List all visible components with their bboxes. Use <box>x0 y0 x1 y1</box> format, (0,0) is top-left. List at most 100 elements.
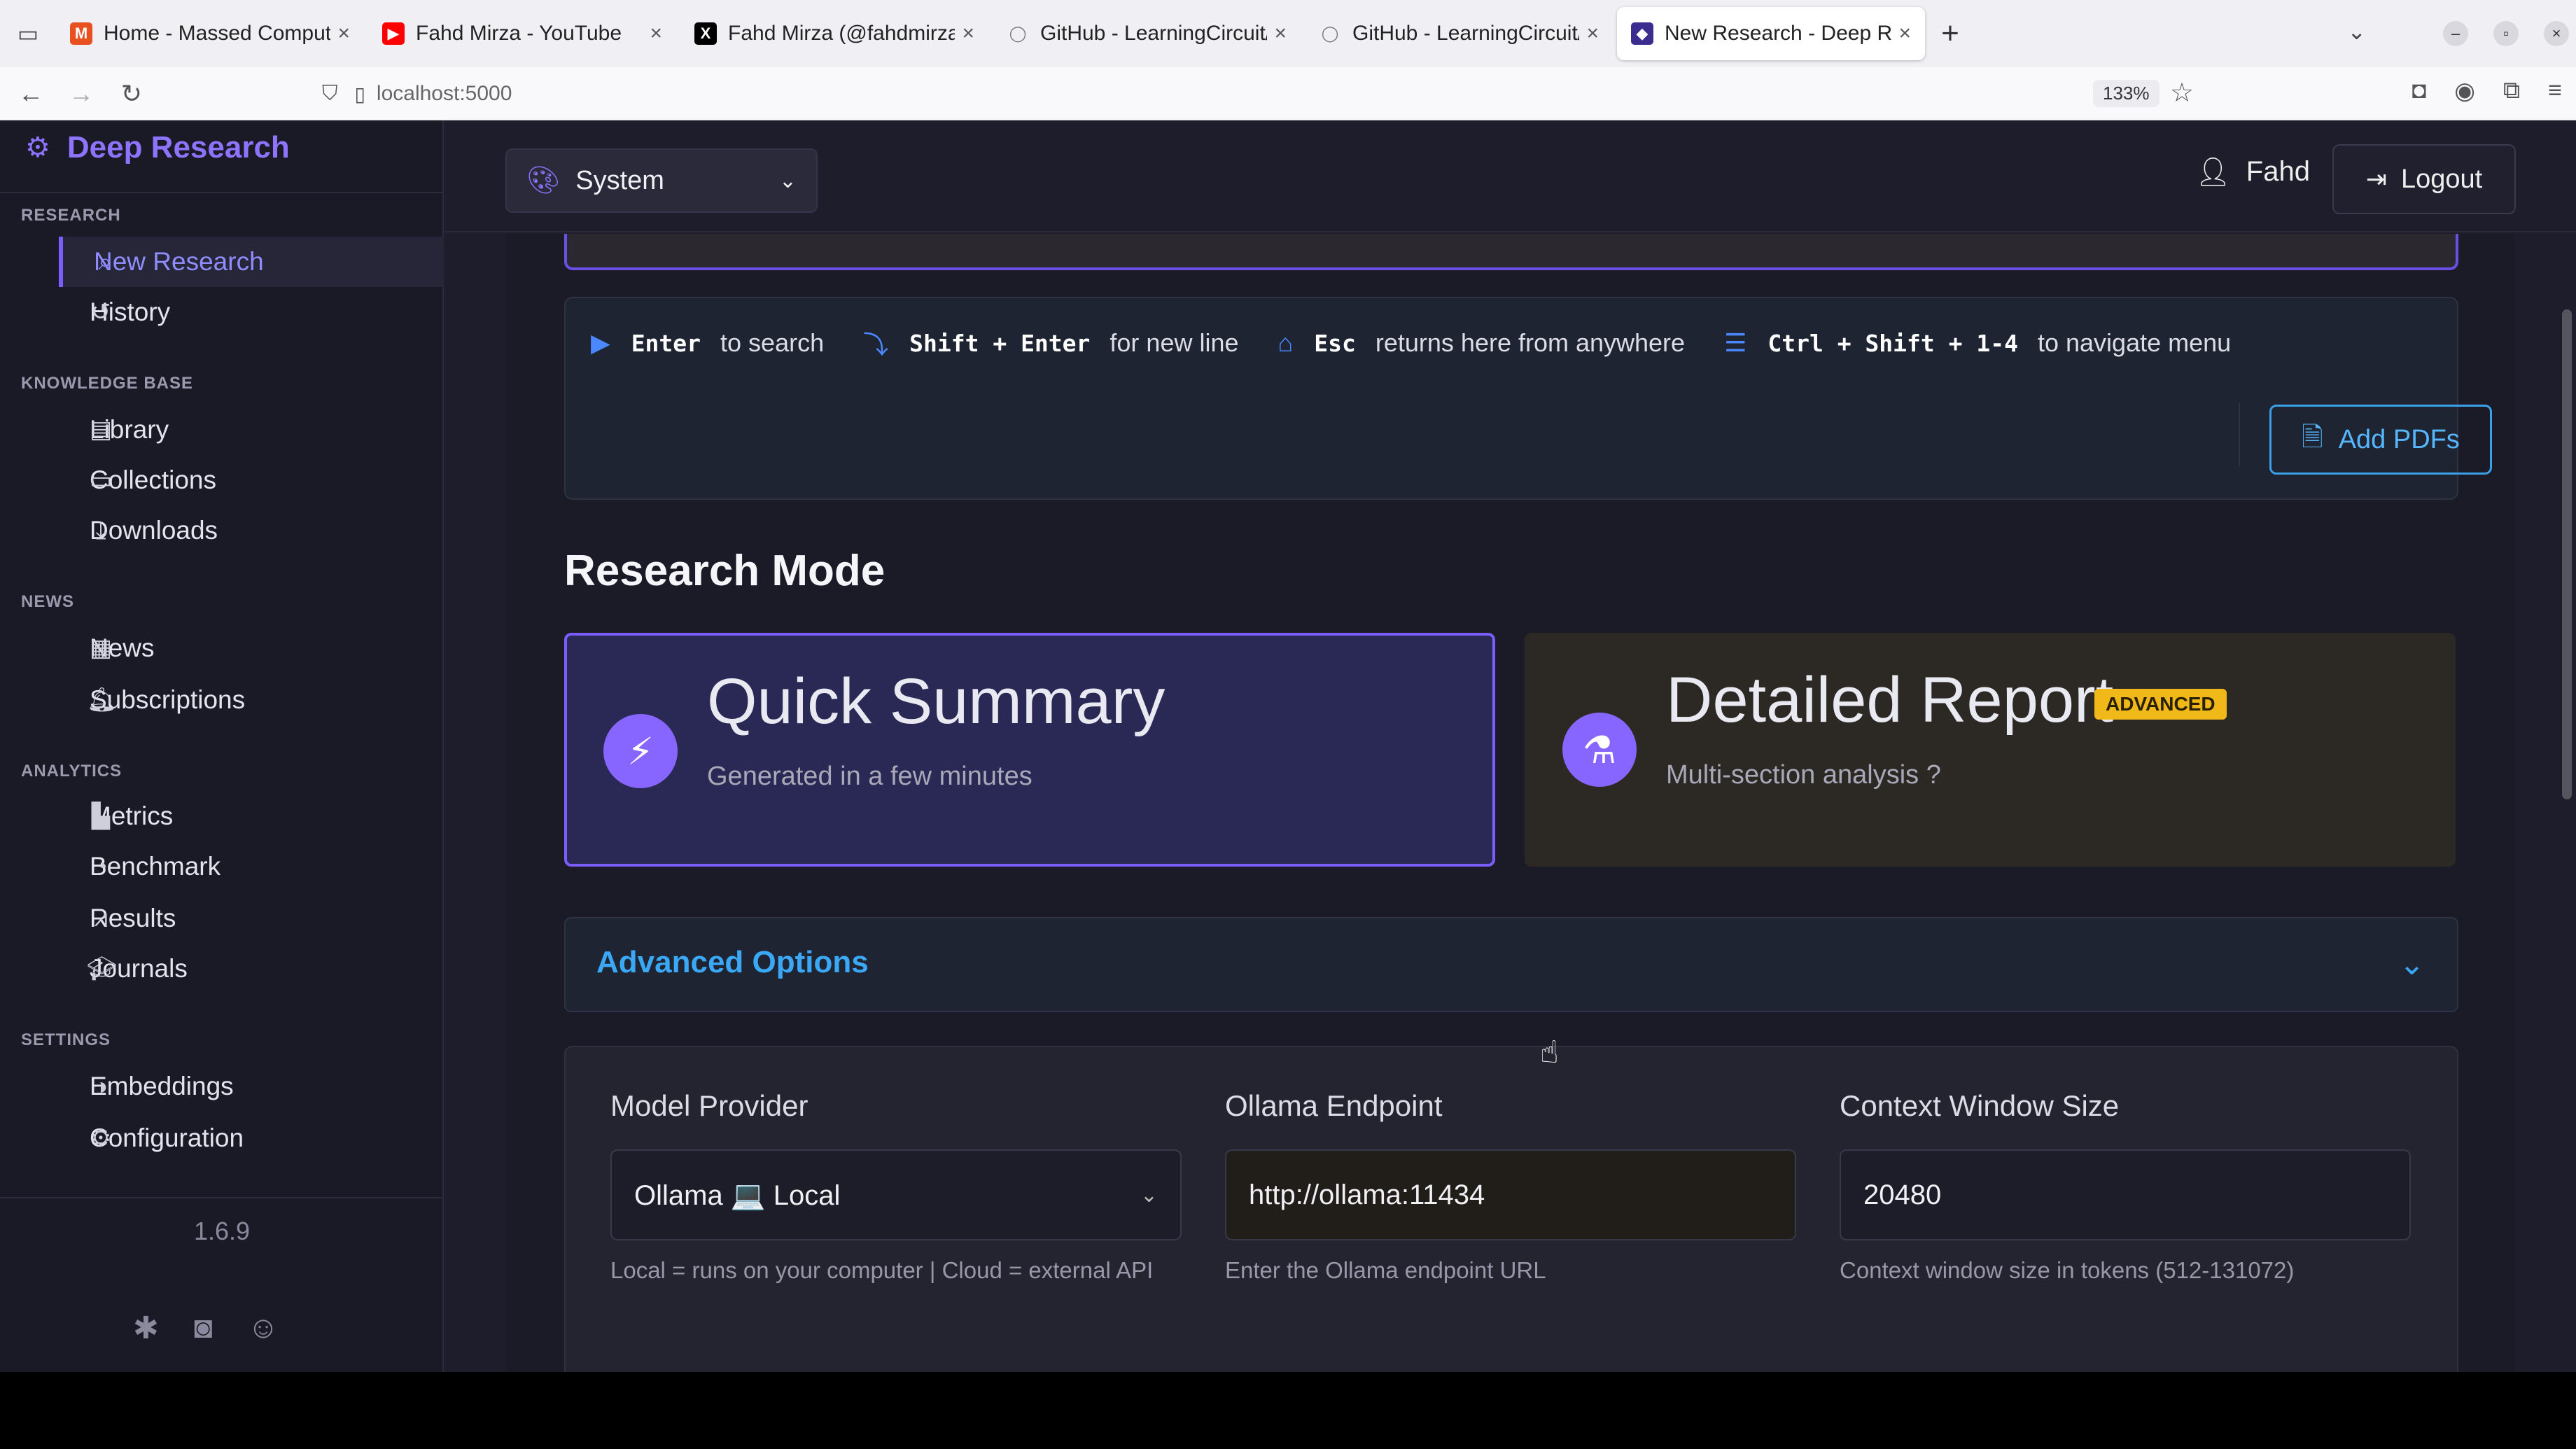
browser-tab-active[interactable]: ◆ New Research - Deep Re × <box>1617 7 1925 60</box>
query-textarea[interactable] <box>564 234 2458 270</box>
close-window-icon[interactable]: × <box>2544 21 2569 46</box>
url-bar[interactable]: ⛉ ▯ localhost:5000 <box>322 74 2016 113</box>
close-icon[interactable]: × <box>337 22 350 46</box>
field-help: Local = runs on your computer | Cloud = … <box>610 1257 1154 1283</box>
download-icon: ⤓ <box>95 517 106 544</box>
model-provider-field: Model Provider Ollama 💻 Local ⌄ Local = … <box>610 1089 1182 1284</box>
browser-tab[interactable]: M Home - Massed Compute × <box>56 7 364 60</box>
context-window-input[interactable]: 20480 <box>1840 1149 2411 1240</box>
context-window-field: Context Window Size 20480 Context window… <box>1840 1089 2411 1284</box>
top-header: 🎨︎ System ⌄ 👤︎ Fahd ⇥ Logout <box>445 120 2576 232</box>
mode-card-quick-summary[interactable]: ⚡︎ Quick Summary Generated in a few minu… <box>564 633 1495 867</box>
sidebar-item-news[interactable]: ▦ News <box>59 623 444 673</box>
reload-icon[interactable]: ↻ <box>106 79 157 108</box>
close-icon[interactable]: × <box>650 22 662 46</box>
extensions-icon[interactable]: ⧉ <box>2503 77 2520 105</box>
field-help: Context window size in tokens (512-13107… <box>1840 1257 2295 1283</box>
account-icon[interactable]: ◉ <box>2454 77 2475 105</box>
toolbar-icons: ◘ ◉ ⧉ ≡ <box>2412 77 2562 105</box>
browser-tab-bar: ▭ M Home - Massed Compute × ▶ Fahd Mirza… <box>0 0 2576 67</box>
sidebar-item-library[interactable]: ▤ Library <box>59 405 444 455</box>
gauge-icon: ◔ <box>93 853 108 880</box>
forward-icon[interactable]: → <box>56 79 106 108</box>
hint-text: to search <box>720 328 825 357</box>
deep-research-app: ⚙ Deep Research RESEARCH ⌕ New Research … <box>0 120 2576 1372</box>
field-label: Context Window Size <box>1840 1089 2120 1122</box>
menu-icon[interactable]: ≡ <box>2548 77 2562 105</box>
close-icon[interactable]: × <box>1586 22 1599 46</box>
zoom-level[interactable]: 133% <box>2093 80 2160 107</box>
github-icon: ◯ <box>1009 24 1027 42</box>
keyboard-hints-panel: ▶ Enter to search ⤵ Shift + Enter for ne… <box>564 297 2492 500</box>
restore-icon[interactable]: ▫ <box>2493 21 2519 46</box>
section-analytics: ANALYTICS <box>21 762 122 780</box>
browser-tab[interactable]: ◯ GitHub - LearningCircuit/ × <box>993 7 1301 60</box>
atom-icon: ⚙ <box>25 132 50 163</box>
url-text[interactable]: localhost:5000 <box>377 82 512 106</box>
selected-value: Ollama 💻 Local <box>634 1180 841 1211</box>
user-menu[interactable]: 👤︎ Fahd <box>2195 155 2310 188</box>
tab-list-icon[interactable]: ▭ <box>0 0 56 67</box>
tab-title: GitHub - LearningCircuit/ <box>1040 22 1268 45</box>
logout-label: Logout <box>2400 164 2483 194</box>
advanced-options-toggle[interactable]: Advanced Options ⌄ <box>564 917 2458 1012</box>
mode-card-detailed-report[interactable]: ⚗ Detailed Report ADVANCED Multi-section… <box>1525 633 2456 867</box>
page-scrollbar[interactable] <box>2562 309 2572 799</box>
logout-icon: ⇥ <box>2365 164 2387 193</box>
mode-name: Detailed Report <box>1666 664 2114 736</box>
brain-icon: ◑ <box>93 1072 108 1100</box>
browser-tab[interactable]: X Fahd Mirza (@fahdmirza) × <box>680 7 988 60</box>
sidebar-item-history[interactable]: ↺ History <box>59 287 444 337</box>
browser-tab[interactable]: ▶ Fahd Mirza - YouTube × <box>368 7 676 60</box>
massed-compute-icon: M <box>70 22 92 45</box>
divider <box>0 192 444 193</box>
file-pdf-icon: 🗎︎ <box>2302 422 2323 452</box>
close-icon[interactable]: × <box>962 22 974 46</box>
add-pdfs-button[interactable]: 🗎︎ Add PDFs <box>2269 405 2492 475</box>
hint-key: Shift + Enter <box>909 329 1091 357</box>
mode-description: Multi-section analysis ? <box>1666 760 1941 790</box>
microscope-icon: ⚗ <box>1562 713 1637 787</box>
sidebar-item-label: New Research <box>94 247 264 276</box>
page-icon: ▯ <box>354 83 365 105</box>
sidebar-item-new-research[interactable]: ⌕ New Research <box>59 237 444 287</box>
brand[interactable]: ⚙ Deep Research <box>25 130 290 165</box>
play-icon: ▶ <box>591 328 610 357</box>
sidebar-item-journals[interactable]: 🎓︎ Journals <box>59 944 444 994</box>
sidebar-item-downloads[interactable]: ⤓ Downloads <box>59 505 444 556</box>
close-icon[interactable]: × <box>1898 22 1911 46</box>
hint-key: Enter <box>631 329 701 357</box>
sidebar-item-subscriptions[interactable]: 🔔︎ Subscriptions <box>59 675 444 725</box>
sidebar-item-configuration[interactable]: ⚙ Configuration <box>59 1113 444 1163</box>
advanced-options-title: Advanced Options <box>596 945 869 979</box>
sidebar-item-metrics[interactable]: ▙ Metrics <box>59 791 444 841</box>
sidebar-item-embeddings[interactable]: ◑ Embeddings <box>59 1061 444 1112</box>
model-provider-select[interactable]: Ollama 💻 Local ⌄ <box>610 1149 1182 1240</box>
reddit-icon[interactable]: ☺ <box>247 1310 279 1346</box>
logout-button[interactable]: ⇥ Logout <box>2332 144 2516 214</box>
bug-icon[interactable]: ✱ <box>133 1310 159 1346</box>
history-icon: ↺ <box>90 299 111 326</box>
hint-key: Esc <box>1314 329 1356 357</box>
gear-icon: ⚙ <box>90 1125 112 1152</box>
bookmark-star-icon[interactable]: ☆ <box>2170 77 2194 108</box>
discord-icon[interactable]: ◙ <box>194 1310 213 1346</box>
sidebar-item-results[interactable]: ⩘ Results <box>59 893 444 944</box>
hint-text: for new line <box>1110 328 1239 357</box>
back-icon[interactable]: ← <box>6 79 56 108</box>
theme-select[interactable]: 🎨︎ System ⌄ <box>505 148 818 213</box>
ollama-endpoint-input[interactable]: http://ollama:11434 <box>1225 1149 1796 1240</box>
chevron-down-icon[interactable]: ⌄ <box>2347 18 2366 45</box>
divider <box>0 1197 444 1198</box>
pocket-icon[interactable]: ◘ <box>2412 77 2427 105</box>
chevron-down-icon: ⌄ <box>1140 1183 1158 1207</box>
new-tab-icon[interactable]: + <box>1929 16 1971 51</box>
sidebar-item-benchmark[interactable]: ◔ Benchmark <box>59 841 444 892</box>
hint-key: Ctrl + Shift + 1-4 <box>1768 329 2018 357</box>
minimize-icon[interactable]: – <box>2443 21 2468 46</box>
sidebar-item-collections[interactable]: ▭ Collections <box>59 455 444 505</box>
tab-title: Home - Massed Compute <box>104 22 331 45</box>
chevron-down-icon: ⌄ <box>2399 947 2425 981</box>
browser-tab[interactable]: ◯ GitHub - LearningCircuit/ × <box>1305 7 1613 60</box>
close-icon[interactable]: × <box>1274 22 1287 46</box>
